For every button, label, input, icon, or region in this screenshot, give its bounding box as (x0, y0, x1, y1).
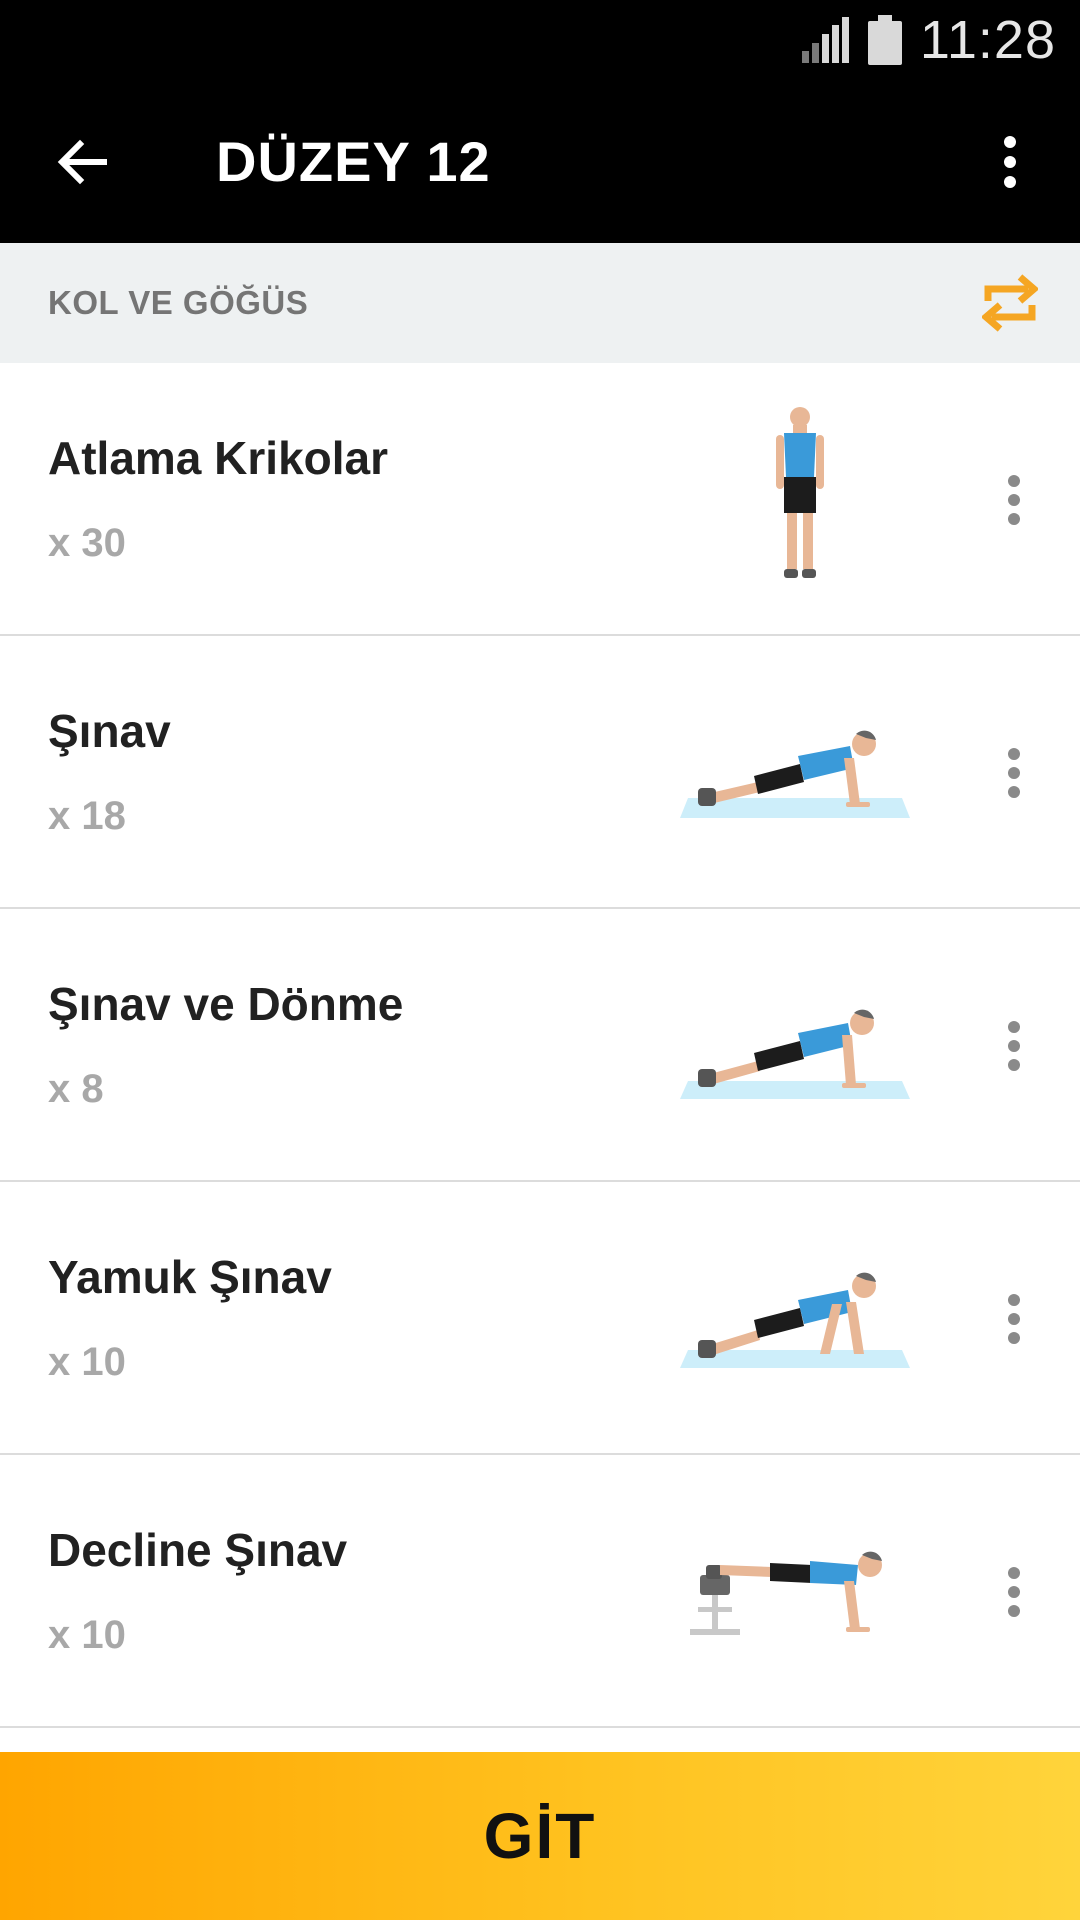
app-bar: DÜZEY 12 (0, 80, 1080, 243)
exercise-count: x 8 (48, 1067, 104, 1111)
exercise-name: Atlama Krikolar (48, 432, 389, 484)
section-title: KOL VE GÖĞÜS (48, 284, 309, 321)
exercise-count: x 10 (48, 1613, 126, 1657)
more-vertical-icon (1008, 475, 1020, 525)
exercise-name: Şınav ve Dönme (48, 978, 404, 1030)
repeat-button[interactable] (972, 265, 1048, 341)
more-vertical-icon (1008, 1021, 1020, 1071)
exercise-row[interactable]: Decline Şınav x 10 (0, 1455, 1080, 1728)
more-options-button[interactable] (968, 120, 1052, 204)
status-bar: 11:28 (0, 0, 1080, 80)
battery-icon (867, 15, 902, 65)
more-vertical-icon (1008, 1567, 1020, 1617)
more-vertical-icon (1008, 1294, 1020, 1344)
exercise-menu-button[interactable] (984, 728, 1044, 818)
go-button[interactable]: GİT (0, 1752, 1080, 1920)
signal-icon (801, 17, 849, 63)
exercise-row[interactable]: Yamuk Şınav x 10 (0, 1182, 1080, 1455)
exercise-count: x 18 (48, 794, 126, 838)
screen: 11:28 DÜZEY 12 KOL VE GÖĞÜS Atlama Kriko… (0, 0, 1080, 1920)
exercise-menu-button[interactable] (984, 1274, 1044, 1364)
exercise-name: Decline Şınav (48, 1524, 348, 1576)
push-up-figure-illustration (680, 1272, 910, 1368)
push-up-figure-illustration (680, 730, 910, 818)
exercise-name: Şınav (48, 705, 171, 757)
status-icons: 11:28 (800, 0, 1056, 80)
repeat-icon (982, 274, 1038, 332)
more-vertical-icon (1004, 136, 1016, 188)
exercise-count: x 10 (48, 1340, 126, 1384)
exercise-row[interactable]: Şınav ve Dönme x 8 (0, 909, 1080, 1182)
standing-figure-illustration (776, 407, 824, 578)
back-arrow-icon (57, 139, 107, 185)
back-button[interactable] (40, 120, 124, 204)
exercise-menu-button[interactable] (984, 455, 1044, 545)
exercise-menu-button[interactable] (984, 1001, 1044, 1091)
exercise-menu-button[interactable] (984, 1547, 1044, 1637)
push-up-figure-illustration (680, 1009, 910, 1099)
exercise-name: Yamuk Şınav (48, 1251, 332, 1303)
more-vertical-icon (1008, 748, 1020, 798)
page-title: DÜZEY 12 (216, 130, 491, 193)
exercise-row[interactable]: Atlama Krikolar x 30 (0, 363, 1080, 636)
exercise-count: x 30 (48, 521, 126, 565)
exercise-list: Atlama Krikolar x 30 Şınav x 18 Şınav ve… (0, 363, 1080, 1728)
section-header: KOL VE GÖĞÜS (0, 243, 1080, 363)
decline-push-up-figure-illustration (690, 1551, 882, 1635)
go-button-label: GİT (483, 1800, 597, 1872)
exercise-row[interactable]: Şınav x 18 (0, 636, 1080, 909)
clock: 11:28 (919, 10, 1056, 70)
